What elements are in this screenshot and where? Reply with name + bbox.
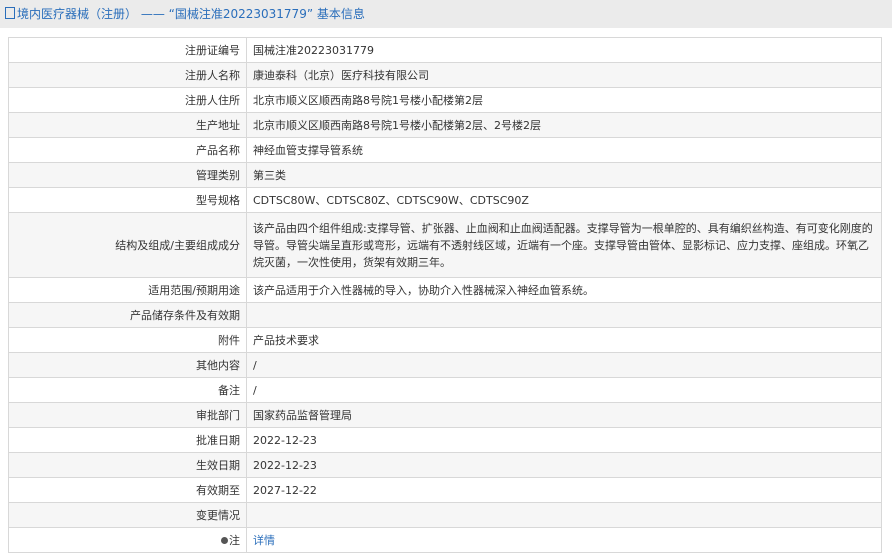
table-row: 注册人名称 康迪泰科（北京）医疗科技有限公司 [8,62,882,88]
field-value: 2022-12-23 [246,452,882,478]
field-value: 第三类 [246,162,882,188]
table-row: 生效日期 2022-12-23 [8,452,882,478]
field-value: 该产品适用于介入性器械的导入，协助介入性器械深入神经血管系统。 [246,277,882,303]
field-value: 产品技术要求 [246,327,882,353]
field-value [246,302,882,328]
field-value: / [246,377,882,403]
field-label: 型号规格 [8,187,247,213]
table-row: 型号规格 CDTSC80W、CDTSC80Z、CDTSC90W、CDTSC90Z [8,187,882,213]
field-label: 审批部门 [8,402,247,428]
table-row: 变更情况 [8,502,882,528]
table-row: 生产地址 北京市顺义区顺西南路8号院1号楼小配楼第2层、2号楼2层 [8,112,882,138]
table-row: 产品名称 神经血管支撑导管系统 [8,137,882,163]
pin-icon [221,536,228,544]
field-label: 注册人名称 [8,62,247,88]
table-row: 产品储存条件及有效期 [8,302,882,328]
table-row: 结构及组成/主要组成成分 该产品由四个组件组成:支撑导管、扩张器、止血阀和止血阀适… [8,212,882,278]
table-row: 有效期至 2027-12-22 [8,477,882,503]
field-value: 北京市顺义区顺西南路8号院1号楼小配楼第2层 [246,87,882,113]
page-header: 境内医疗器械（注册） —— “国械注准20223031779” 基本信息 [0,0,892,28]
note-label-text: 注 [229,533,240,547]
field-label: 变更情况 [8,502,247,528]
field-label: 生产地址 [8,112,247,138]
field-label: 管理类别 [8,162,247,188]
table-row: 审批部门 国家药品监督管理局 [8,402,882,428]
field-label: 备注 [8,377,247,403]
field-label: 结构及组成/主要组成成分 [8,212,247,278]
field-value: 2027-12-22 [246,477,882,503]
table-row: 适用范围/预期用途 该产品适用于介入性器械的导入，协助介入性器械深入神经血管系统。 [8,277,882,303]
field-value: CDTSC80W、CDTSC80Z、CDTSC90W、CDTSC90Z [246,187,882,213]
details-link[interactable]: 详情 [253,534,275,547]
note-value: 详情 [246,527,882,553]
field-label: 产品名称 [8,137,247,163]
field-label: 生效日期 [8,452,247,478]
table-row: 注册证编号 国械注准20223031779 [8,37,882,63]
field-value [246,502,882,528]
field-value: 神经血管支撑导管系统 [246,137,882,163]
page-title: 境内医疗器械（注册） —— “国械注准20223031779” 基本信息 [17,7,365,21]
field-value: 该产品由四个组件组成:支撑导管、扩张器、止血阀和止血阀适配器。支撑导管为一根单腔… [246,212,882,278]
info-table: 注册证编号 国械注准20223031779 注册人名称 康迪泰科（北京）医疗科技有限公… [8,37,882,553]
field-label: 附件 [8,327,247,353]
table-row: 注册人住所 北京市顺义区顺西南路8号院1号楼小配楼第2层 [8,87,882,113]
field-value: 国械注准20223031779 [246,37,882,63]
table-row: 管理类别 第三类 [8,162,882,188]
table-row: 批准日期 2022-12-23 [8,427,882,453]
document-icon [5,7,15,19]
field-value: 国家药品监督管理局 [246,402,882,428]
table-row: 备注 / [8,377,882,403]
field-label: 其他内容 [8,352,247,378]
field-label: 产品储存条件及有效期 [8,302,247,328]
field-value: 康迪泰科（北京）医疗科技有限公司 [246,62,882,88]
field-value: 2022-12-23 [246,427,882,453]
field-label: 注册人住所 [8,87,247,113]
table-row: 附件 产品技术要求 [8,327,882,353]
note-row: 注详情 [8,527,882,553]
note-label: 注 [8,527,247,553]
field-value: / [246,352,882,378]
field-label: 有效期至 [8,477,247,503]
table-row: 其他内容 / [8,352,882,378]
field-label: 注册证编号 [8,37,247,63]
field-label: 适用范围/预期用途 [8,277,247,303]
field-value: 北京市顺义区顺西南路8号院1号楼小配楼第2层、2号楼2层 [246,112,882,138]
field-label: 批准日期 [8,427,247,453]
